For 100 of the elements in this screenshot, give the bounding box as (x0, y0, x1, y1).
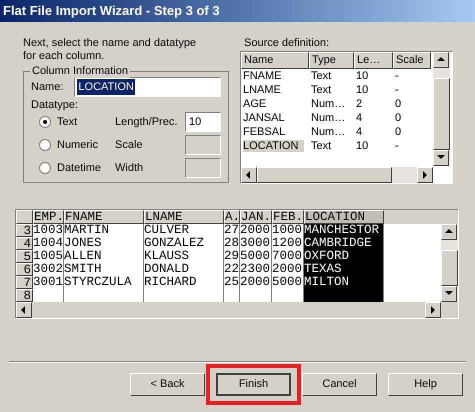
grid-cell: 1005 (33, 250, 64, 263)
grid-cell: DONALD (144, 263, 224, 276)
scroll-thumb[interactable] (441, 250, 458, 286)
grid-cell: 1003 (33, 224, 64, 237)
wizard-button[interactable]: < Back (130, 373, 205, 396)
corner-cell (16, 210, 33, 224)
grid-cell: 2000 (240, 224, 272, 237)
list-cell[interactable]: LOCATION (243, 140, 304, 152)
param-label: Length/Prec. (115, 114, 178, 130)
row-number: 3 (16, 224, 33, 237)
scroll-thumb[interactable] (257, 167, 392, 183)
list-cell: 4 (356, 126, 362, 138)
grid-cell: MANCHESTOR (304, 224, 384, 237)
list-cell: 4 (356, 112, 362, 124)
list-header[interactable]: Le… (354, 52, 393, 69)
list-cell: 10 (356, 140, 368, 152)
list-cell[interactable]: FNAME (243, 70, 282, 82)
radio-button[interactable] (39, 139, 51, 151)
row-number: 6 (16, 263, 33, 276)
column-header[interactable]: LNAME (144, 210, 224, 224)
grid-cell: ALLEN (64, 250, 144, 263)
horizontal-scrollbar[interactable] (241, 167, 433, 183)
column-header[interactable]: FEB. (272, 210, 304, 224)
radio-label: Numeric (57, 138, 98, 153)
list-header[interactable]: Name (241, 52, 309, 69)
list-cell: 0 (395, 126, 402, 138)
grid-cell: 28 (224, 237, 240, 250)
vertical-scrollbar[interactable] (441, 224, 458, 302)
grid-cell: 25 (224, 276, 240, 289)
arrow-right-icon (420, 170, 430, 180)
name-label: Name: (31, 80, 64, 95)
column-header[interactable]: LOCATION (304, 210, 384, 224)
list-cell: 10 (356, 70, 368, 82)
list-header[interactable]: Scale (393, 52, 431, 69)
grid-cell: 5000 (240, 250, 272, 263)
column-header[interactable]: FNAME (64, 210, 144, 224)
scroll-up-button[interactable] (433, 52, 449, 68)
source-definition-label: Source definition: (243, 37, 330, 50)
list-cell: Num… (311, 112, 346, 124)
wizard-button[interactable]: Help (388, 373, 463, 396)
window-title: Flat File Import Wizard - Step 3 of 3 (3, 2, 220, 20)
arrow-right-icon (428, 305, 438, 315)
row-number: 4 (16, 237, 33, 250)
name-input[interactable]: LOCATION (74, 77, 221, 97)
grid-cell: 2300 (240, 263, 272, 276)
list-cell: - (395, 140, 399, 152)
list-cell[interactable]: FEBSAL (243, 126, 286, 138)
column-header[interactable]: EMP. (33, 210, 64, 224)
radio-label: Datetime (57, 160, 102, 176)
row-number: 5 (16, 250, 33, 263)
scroll-right-button[interactable] (417, 167, 433, 183)
list-cell: 0 (395, 98, 402, 110)
vertical-scrollbar[interactable] (433, 52, 450, 166)
scroll-down-button[interactable] (433, 150, 449, 166)
list-cell[interactable]: LNAME (243, 84, 281, 96)
list-cell: Num… (311, 126, 346, 138)
column-header[interactable]: JAN. (240, 210, 272, 224)
grid-cell: MARTIN (64, 224, 144, 237)
list-cell[interactable]: JANSAL (243, 112, 285, 124)
grid-cell: 3001 (33, 276, 64, 289)
list-cell: 2 (356, 98, 362, 110)
grid-cell: CAMBRIDGE (304, 237, 384, 250)
grid-cell: KLAUSS (144, 250, 224, 263)
scroll-thumb[interactable] (433, 78, 450, 150)
param-input[interactable]: 10 (185, 112, 221, 132)
scroll-down-button[interactable] (441, 286, 457, 302)
radio-label: Text (57, 114, 78, 130)
horizontal-scrollbar[interactable] (16, 302, 441, 318)
grid-cell: 27 (224, 224, 240, 237)
list-cell: 10 (356, 84, 368, 96)
wizard-button[interactable]: Finish (216, 373, 291, 396)
radio-button[interactable] (39, 116, 51, 128)
scroll-left-button[interactable] (16, 302, 32, 318)
grid-cell: 22 (224, 263, 240, 276)
list-cell: - (395, 84, 399, 96)
list-cell: - (395, 70, 399, 82)
grid-cell: CULVER (144, 224, 224, 237)
radio-button[interactable] (39, 162, 51, 174)
scroll-left-button[interactable] (241, 167, 257, 183)
grid-cell: TEXAS (304, 263, 384, 276)
scroll-right-button[interactable] (425, 302, 441, 318)
list-cell[interactable]: AGE (243, 98, 266, 110)
grid-cell: GONZALEZ (144, 237, 224, 250)
selected-text: LOCATION (77, 78, 135, 96)
grid-cell: JONES (64, 237, 144, 250)
list-cell: Text (311, 70, 332, 82)
grid-cell: 3002 (33, 263, 64, 276)
grid-cell: 3000 (240, 237, 272, 250)
datatype-label: Datatype: (31, 99, 80, 112)
grid-cell: MILTON (304, 276, 384, 289)
list-cell: Num… (311, 98, 346, 110)
param-label: Width (115, 160, 144, 176)
scroll-up-button[interactable] (441, 224, 457, 240)
instructions-text: Next, select the name and datatype for each column. (23, 37, 198, 63)
column-header[interactable]: A. (224, 210, 240, 224)
grid-cell: 2000 (240, 276, 272, 289)
group-legend: Column Information (30, 65, 130, 78)
grid-cell: STYRCZULA (64, 276, 144, 289)
wizard-button[interactable]: Cancel (302, 373, 377, 396)
list-header[interactable]: Type (309, 52, 354, 69)
